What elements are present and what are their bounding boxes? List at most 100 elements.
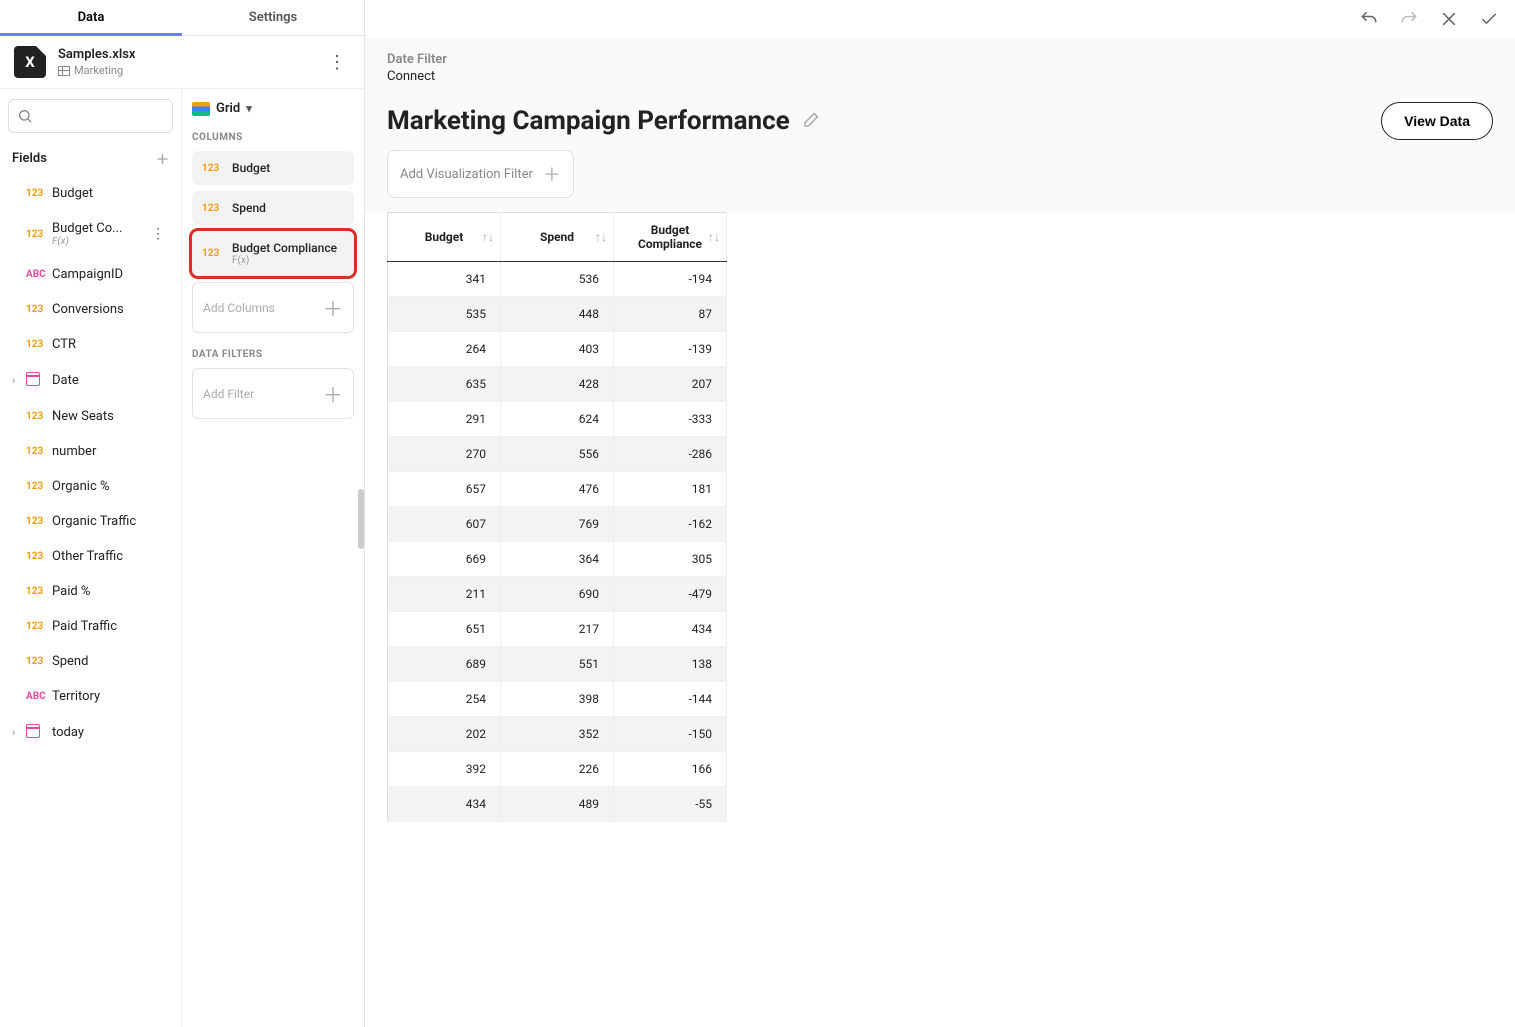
field-item[interactable]: 123Other Traffic bbox=[8, 539, 173, 574]
numeric-type-icon: 123 bbox=[202, 248, 224, 259]
field-label: number bbox=[52, 444, 169, 459]
field-item[interactable]: 123Organic Traffic bbox=[8, 504, 173, 539]
field-label: CTR bbox=[52, 337, 169, 352]
field-more-button[interactable]: ⋮ bbox=[147, 226, 169, 242]
file-more-button[interactable]: ⋮ bbox=[324, 48, 350, 77]
file-sheet: Marketing bbox=[58, 64, 324, 77]
table-cell: -333 bbox=[614, 402, 727, 437]
table-cell: 352 bbox=[501, 717, 614, 752]
sort-icon[interactable]: ↑↓ bbox=[482, 230, 494, 244]
table-cell: 434 bbox=[388, 787, 501, 822]
fields-panel: Fields ＋ 123Budget123Budget Co...F(x)⋮AB… bbox=[0, 89, 182, 1027]
field-item[interactable]: ABCTerritory bbox=[8, 679, 173, 714]
tab-data[interactable]: Data bbox=[0, 0, 182, 35]
page-title: Marketing Campaign Performance bbox=[387, 106, 790, 136]
field-item[interactable]: 123number bbox=[8, 434, 173, 469]
config-panel: Grid ▾ COLUMNS 123Budget123Spend123Budge… bbox=[182, 89, 364, 1027]
column-chip[interactable]: 123Budget ComplianceF(x) bbox=[192, 231, 354, 276]
date-type-icon bbox=[26, 724, 52, 741]
field-item[interactable]: 123Paid % bbox=[8, 574, 173, 609]
table-cell: 226 bbox=[501, 752, 614, 787]
field-item[interactable]: 123Paid Traffic bbox=[8, 609, 173, 644]
field-item[interactable]: 123Budget Co...F(x)⋮ bbox=[8, 211, 173, 257]
numeric-type-icon: 123 bbox=[26, 229, 52, 240]
field-item[interactable]: 123Spend bbox=[8, 644, 173, 679]
table-cell: 254 bbox=[388, 682, 501, 717]
add-filter-dropzone[interactable]: Add Filter ＋ bbox=[192, 368, 354, 419]
field-item[interactable]: 123CTR bbox=[8, 327, 173, 362]
table-cell: 690 bbox=[501, 577, 614, 612]
excel-file-icon: X bbox=[14, 46, 46, 78]
tab-settings[interactable]: Settings bbox=[182, 0, 364, 35]
field-label: Organic % bbox=[52, 479, 169, 494]
field-label: Territory bbox=[52, 689, 169, 704]
breadcrumb-value[interactable]: Connect bbox=[387, 69, 1493, 84]
table-row: 270556-286 bbox=[388, 437, 727, 472]
table-cell: -286 bbox=[614, 437, 727, 472]
field-item[interactable]: 123Conversions bbox=[8, 292, 173, 327]
text-type-icon: ABC bbox=[26, 691, 52, 702]
table-row: 689551138 bbox=[388, 647, 727, 682]
plus-icon: ＋ bbox=[543, 161, 561, 187]
column-header[interactable]: BudgetCompliance↑↓ bbox=[614, 213, 727, 262]
file-header: X Samples.xlsx Marketing ⋮ bbox=[0, 36, 364, 89]
redo-icon[interactable] bbox=[1399, 9, 1419, 29]
file-name: Samples.xlsx bbox=[58, 47, 324, 62]
edit-title-icon[interactable] bbox=[800, 111, 820, 131]
add-viz-filter-button[interactable]: Add Visualization Filter ＋ bbox=[387, 150, 574, 198]
table-cell: -150 bbox=[614, 717, 727, 752]
add-field-button[interactable]: ＋ bbox=[156, 149, 169, 168]
sort-icon[interactable]: ↑↓ bbox=[708, 230, 720, 244]
column-header[interactable]: Budget↑↓ bbox=[388, 213, 501, 262]
column-label: Budget bbox=[232, 161, 270, 175]
fields-search-input[interactable] bbox=[8, 99, 173, 133]
table-icon bbox=[58, 66, 70, 76]
table-row: 635428207 bbox=[388, 367, 727, 402]
table-row: 254398-144 bbox=[388, 682, 727, 717]
table-cell: 476 bbox=[501, 472, 614, 507]
field-item[interactable]: 123Budget bbox=[8, 176, 173, 211]
viz-type-selector[interactable]: Grid ▾ bbox=[192, 101, 354, 116]
field-item[interactable]: ›today bbox=[8, 714, 173, 751]
numeric-type-icon: 123 bbox=[26, 188, 52, 199]
field-label: CampaignID bbox=[52, 267, 169, 282]
field-label: Other Traffic bbox=[52, 549, 169, 564]
config-scrollbar[interactable] bbox=[358, 489, 364, 549]
table-row: 291624-333 bbox=[388, 402, 727, 437]
field-label: Budget Co... bbox=[52, 221, 147, 236]
top-toolbar bbox=[365, 0, 1515, 38]
field-label: Spend bbox=[52, 654, 169, 669]
table-cell: 264 bbox=[388, 332, 501, 367]
table-cell: 624 bbox=[501, 402, 614, 437]
field-item[interactable]: 123Organic % bbox=[8, 469, 173, 504]
confirm-icon[interactable] bbox=[1479, 9, 1499, 29]
table-cell: 217 bbox=[501, 612, 614, 647]
table-cell: 448 bbox=[501, 297, 614, 332]
table-cell: 138 bbox=[614, 647, 727, 682]
table-row: 341536-194 bbox=[388, 262, 727, 297]
view-data-button[interactable]: View Data bbox=[1381, 102, 1493, 140]
table-row: 669364305 bbox=[388, 542, 727, 577]
column-chip[interactable]: 123Spend bbox=[192, 191, 354, 225]
field-label: New Seats bbox=[52, 409, 169, 424]
column-header[interactable]: Spend↑↓ bbox=[501, 213, 614, 262]
data-grid: Budget↑↓Spend↑↓BudgetCompliance↑↓ 341536… bbox=[387, 212, 727, 822]
table-row: 651217434 bbox=[388, 612, 727, 647]
close-icon[interactable] bbox=[1439, 9, 1459, 29]
filters-section-label: DATA FILTERS bbox=[192, 349, 354, 360]
undo-icon[interactable] bbox=[1359, 9, 1379, 29]
column-chip[interactable]: 123Budget bbox=[192, 151, 354, 185]
field-item[interactable]: ABCCampaignID bbox=[8, 257, 173, 292]
table-cell: 607 bbox=[388, 507, 501, 542]
numeric-type-icon: 123 bbox=[26, 481, 52, 492]
table-cell: 398 bbox=[501, 682, 614, 717]
fields-header-label: Fields bbox=[12, 151, 47, 166]
table-cell: 181 bbox=[614, 472, 727, 507]
add-columns-dropzone[interactable]: Add Columns ＋ bbox=[192, 282, 354, 333]
field-item[interactable]: ›Date bbox=[8, 362, 173, 399]
chevron-right-icon: › bbox=[12, 374, 24, 387]
panel-tabs: Data Settings bbox=[0, 0, 364, 36]
table-cell: 202 bbox=[388, 717, 501, 752]
field-item[interactable]: 123New Seats bbox=[8, 399, 173, 434]
sort-icon[interactable]: ↑↓ bbox=[595, 230, 607, 244]
